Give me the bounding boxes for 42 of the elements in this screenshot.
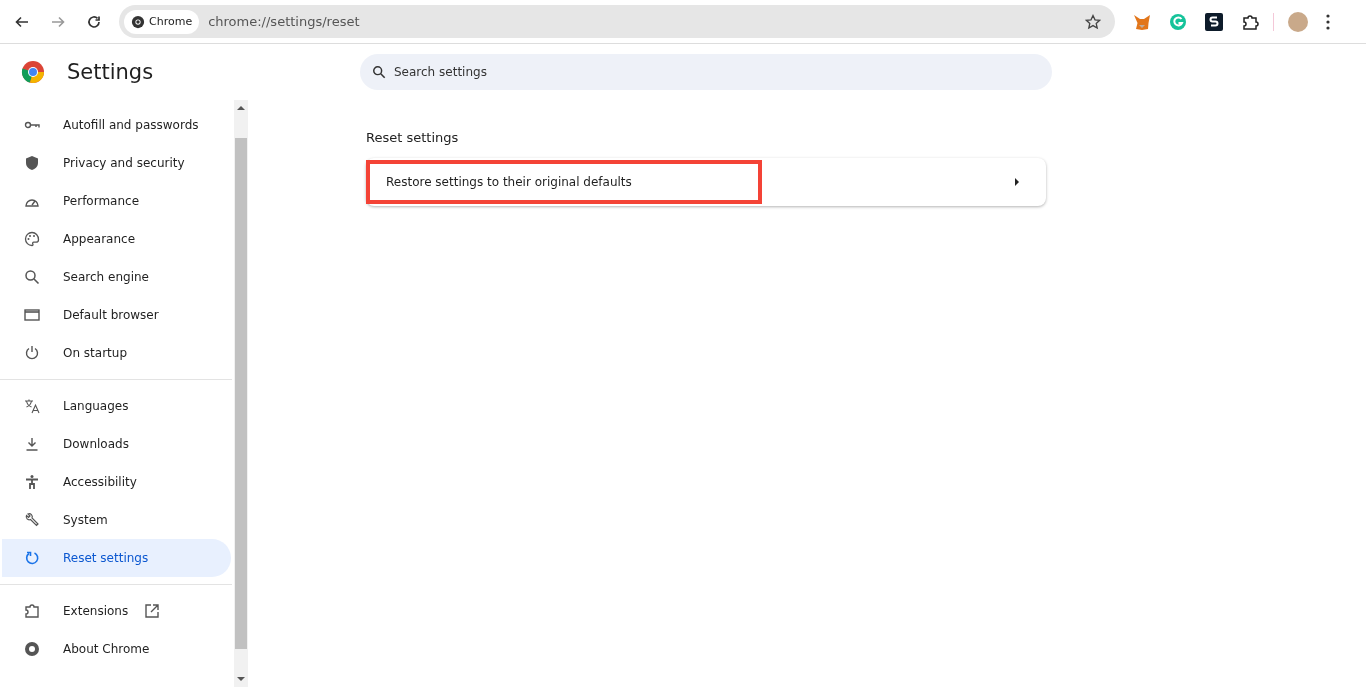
sidebar-item[interactable]: Default browser [2,296,231,334]
puzzle-icon[interactable] [1241,12,1259,31]
bookmark-star-icon[interactable] [1085,13,1101,30]
sidebar-item[interactable]: Autofill and passwords [2,106,231,144]
site-chip[interactable]: Chrome [124,9,200,34]
search-icon [372,65,386,79]
section-title: Reset settings [366,130,460,145]
reload-icon[interactable] [86,13,102,30]
caret-icon [1014,177,1020,187]
sidebar-item[interactable]: Appearance [2,220,231,258]
sidebar-item[interactable]: On startup [2,334,231,372]
power-icon [24,345,40,361]
accessibility-icon [24,474,40,490]
fox-extension-icon[interactable] [1133,12,1151,31]
sidebar-item[interactable]: Privacy and security [2,144,231,182]
settings-row[interactable]: Restore settings to their original defaults [366,158,1046,206]
translate-icon [24,398,40,414]
menu-icon[interactable] [1326,13,1330,30]
search-icon [24,269,40,285]
download-icon [24,436,40,452]
sidebar-item[interactable]: Languages [2,387,231,425]
search-field[interactable]: Search settings [360,54,1052,90]
sidebar-item[interactable]: Reset settings [2,539,231,577]
settings-title: Settings [67,60,154,84]
window-icon [24,307,40,323]
sidebar-item[interactable]: System [2,501,231,539]
sidebar-item[interactable]: Accessibility [2,463,231,501]
s-extension-icon[interactable] [1205,12,1223,31]
row-label: Restore settings to their original defaults [366,160,762,204]
sidebar-item[interactable]: Search engine [2,258,231,296]
sidebar-item[interactable]: Downloads [2,425,231,463]
sidebar-item[interactable]: Performance [2,182,231,220]
url-text: chrome://settings/reset [208,14,361,29]
sidebar-item[interactable]: Extensions [2,592,231,630]
sidebar-item[interactable]: About Chrome [2,630,231,668]
shield-icon [24,155,40,171]
wrench-icon [24,512,40,528]
reset-icon [24,550,40,566]
address-bar[interactable]: Chrome chrome://settings/reset [119,5,1115,38]
puzzle-icon [24,603,40,619]
palette-icon [24,231,40,247]
scrollbar[interactable] [234,100,248,687]
